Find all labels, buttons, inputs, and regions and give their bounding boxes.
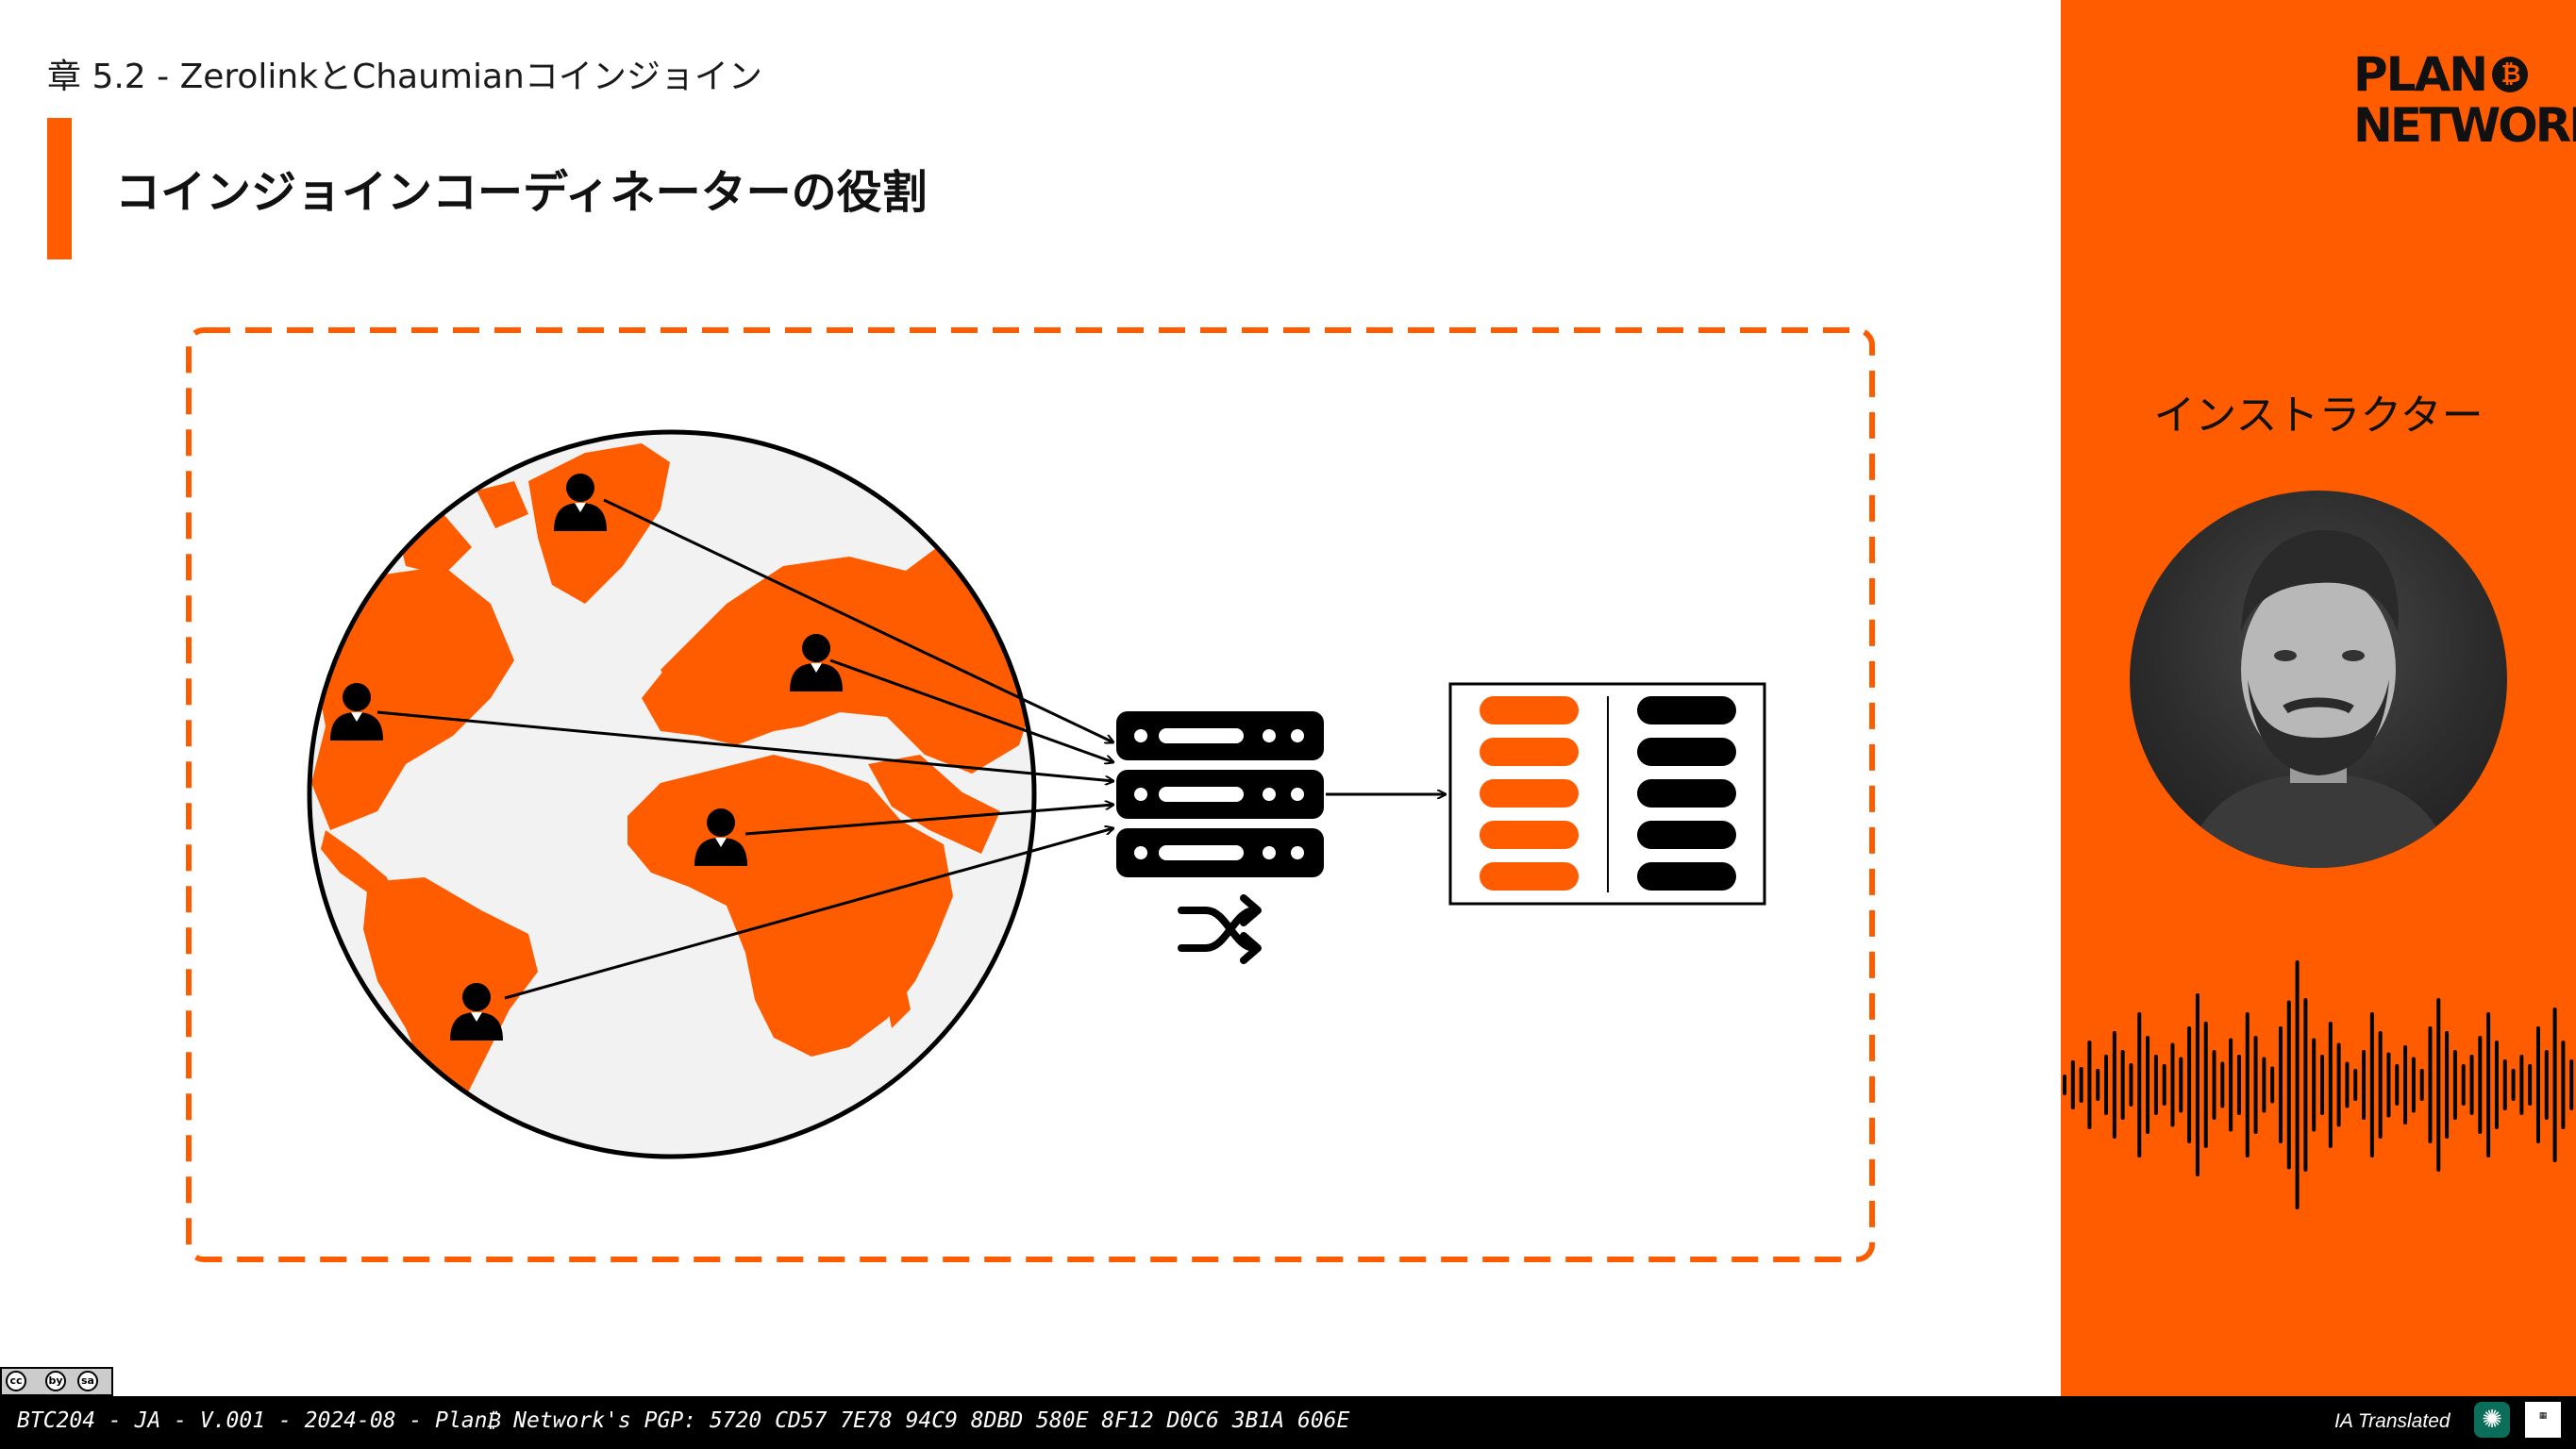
logo-network-text: NETWORK — [2353, 98, 2576, 153]
logo-plan-text: PLAN — [2353, 47, 2488, 102]
by-icon: by — [45, 1371, 66, 1391]
globe-icon — [307, 429, 1037, 1159]
plan-b-network-logo: PLAN₿ NETWORK — [2353, 47, 2576, 153]
ai-logo-icon: ✺ — [2474, 1402, 2510, 1438]
lab-logo-icon: ▦ — [2525, 1402, 2561, 1438]
instructor-portrait — [2186, 529, 2451, 868]
audio-waveform-icon — [2063, 960, 2574, 1209]
coinjoin-diagram — [186, 327, 1875, 1262]
sa-icon: sa — [77, 1371, 98, 1391]
output-transaction-box — [1448, 682, 1766, 906]
bitcoin-coin-icon: ₿ — [2492, 57, 2529, 92]
instructor-label: インストラクター — [2153, 391, 2484, 440]
cc-icon: cc — [6, 1371, 26, 1391]
shuffle-icon — [1178, 894, 1262, 964]
footer-info: BTC204 - JA - V.001 - 2024-08 - Plan₿ Ne… — [17, 1408, 1350, 1433]
ia-translated-label: IA Translated — [2334, 1410, 2451, 1432]
instructor-avatar — [2130, 491, 2507, 868]
cc-license-badge: cc by sa — [0, 1367, 113, 1396]
coordinator-server-icon — [1116, 711, 1324, 877]
